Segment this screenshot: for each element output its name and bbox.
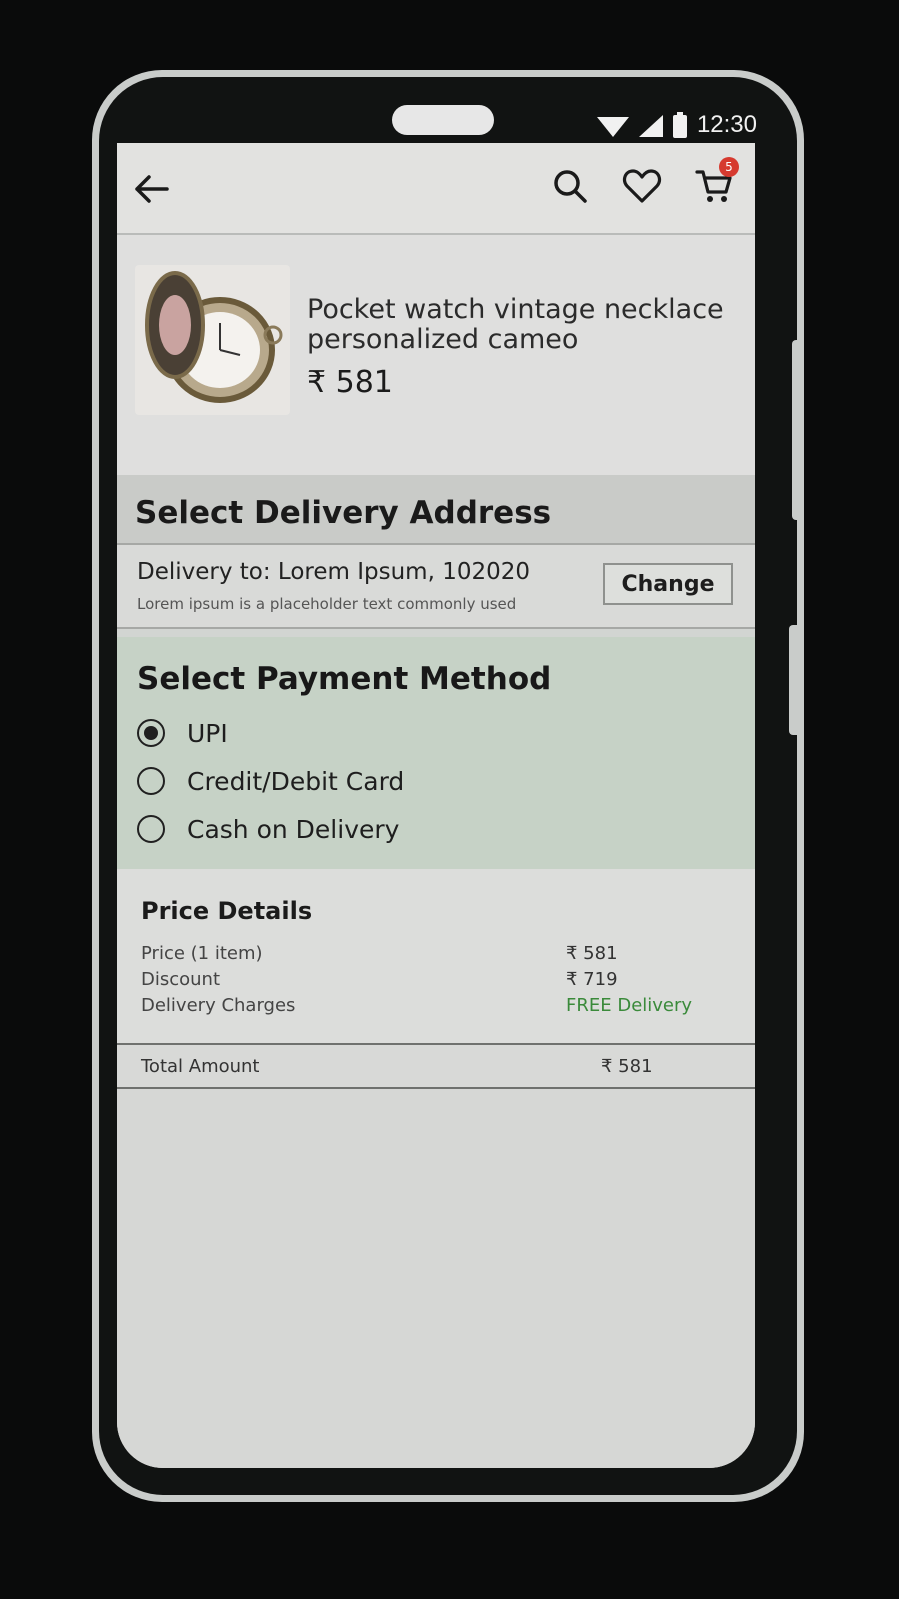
earpiece-notch	[392, 105, 494, 135]
price-details-heading: Price Details	[141, 897, 313, 925]
radio-unselected[interactable]	[137, 767, 165, 795]
delivery-address-row: Delivery to: Lorem Ipsum, 102020 Lorem i…	[117, 545, 755, 629]
cart-icon[interactable]: 5	[693, 157, 739, 207]
price-row-value: ₹ 581	[566, 943, 618, 964]
delivery-charges-label: Delivery Charges	[141, 995, 296, 1016]
battery-icon	[672, 112, 687, 138]
radio-unselected[interactable]	[137, 815, 165, 843]
price-row: Price (1 item) ₹ 581	[141, 943, 696, 969]
payment-option-upi[interactable]: UPI	[137, 709, 755, 757]
cart-count-badge: 5	[719, 157, 739, 177]
volume-button	[792, 340, 804, 520]
phone-bezel: 12:30 5 Pocket watch vintage necklace pe…	[99, 77, 797, 1495]
total-amount-label: Total Amount	[141, 1055, 260, 1077]
change-address-button[interactable]: Change	[603, 563, 733, 605]
price-row-label: Price (1 item)	[141, 943, 263, 964]
heart-icon[interactable]	[621, 165, 663, 207]
payment-option-cod[interactable]: Cash on Delivery	[137, 805, 755, 853]
radio-selected[interactable]	[137, 719, 165, 747]
product-image	[135, 265, 290, 415]
power-button	[789, 625, 801, 735]
phone-frame: 12:30 5 Pocket watch vintage necklace pe…	[92, 70, 804, 1502]
product-title: Pocket watch vintage necklace personaliz…	[307, 294, 724, 355]
delivery-section-heading: Select Delivery Address	[117, 475, 755, 545]
payment-option-label: Credit/Debit Card	[187, 766, 405, 796]
empty-area	[117, 1089, 755, 1468]
payment-option-label: Cash on Delivery	[187, 814, 400, 844]
payment-method-section: Select Payment Method UPI Credit/Debit C…	[117, 629, 755, 869]
payment-option-card[interactable]: Credit/Debit Card	[137, 757, 755, 805]
payment-section-heading: Select Payment Method	[137, 661, 552, 697]
product-price: ₹ 581	[307, 365, 393, 400]
delivery-address-detail: Lorem ipsum is a placeholder text common…	[137, 595, 517, 613]
wifi-icon	[596, 113, 629, 137]
product-summary: Pocket watch vintage necklace personaliz…	[117, 235, 755, 475]
signal-icon	[638, 113, 663, 137]
discount-row-value: ₹ 719	[566, 969, 618, 990]
app-screen: 5 Pocket watch vintage necklace personal…	[117, 143, 755, 1468]
payment-option-label: UPI	[187, 718, 228, 748]
app-bar-actions: 5	[549, 157, 739, 207]
delivery-charges-value: FREE Delivery	[566, 995, 693, 1016]
price-details-section: Price Details Price (1 item) ₹ 581 Disco…	[117, 869, 755, 1043]
search-icon[interactable]	[549, 165, 591, 207]
delivery-charges-row: Delivery Charges FREE Delivery	[141, 995, 696, 1021]
delivery-address: Delivery to: Lorem Ipsum, 102020	[137, 559, 530, 585]
total-amount-value: ₹ 581	[601, 1055, 653, 1077]
app-bar: 5	[117, 143, 755, 235]
status-time: 12:30	[696, 111, 757, 138]
discount-row: Discount ₹ 719	[141, 969, 696, 995]
status-bar: 12:30	[596, 111, 757, 139]
back-arrow-icon[interactable]	[131, 169, 171, 209]
discount-row-label: Discount	[141, 969, 221, 990]
total-amount-row: Total Amount ₹ 581	[117, 1043, 755, 1089]
